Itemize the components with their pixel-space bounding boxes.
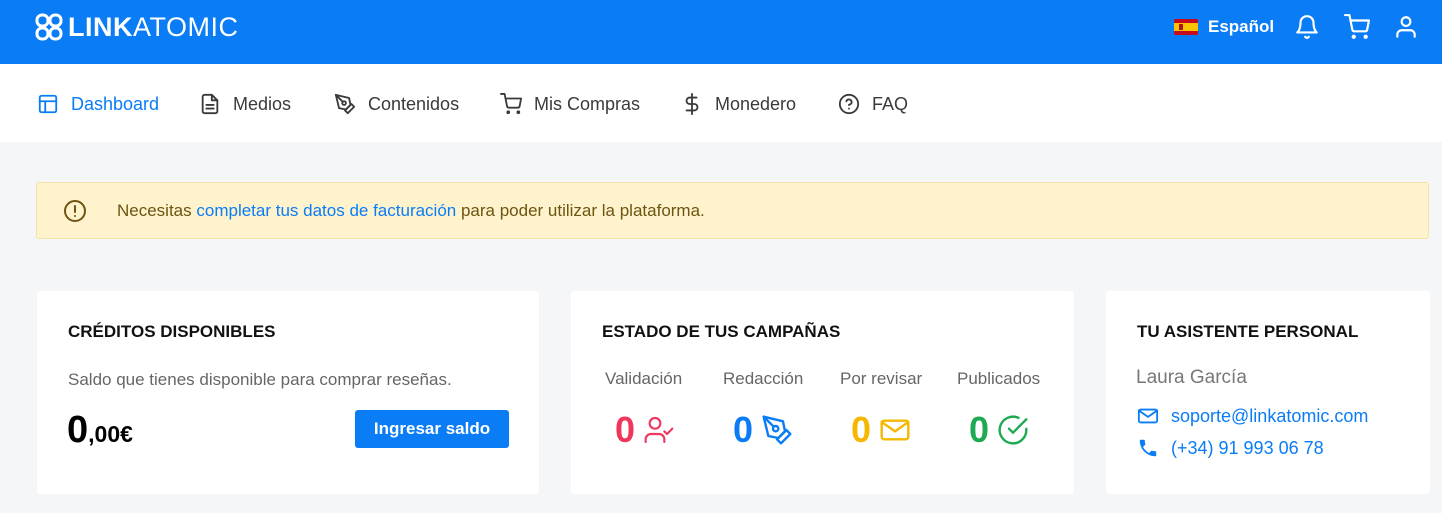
nav-label: FAQ: [872, 93, 909, 114]
spain-flag-icon: [1174, 19, 1198, 35]
document-icon: [201, 93, 219, 115]
nav-label: Medios: [233, 93, 292, 114]
assistant-name: Laura García: [1136, 367, 1247, 388]
add-balance-button[interactable]: Ingresar saldo: [355, 410, 509, 448]
alert-message: Necesitas completar tus datos de factura…: [117, 201, 705, 221]
alert-text-before: Necesitas: [117, 201, 197, 220]
stat-por-revisar: 0: [851, 409, 911, 451]
dollar-icon: [685, 93, 699, 115]
logo-text-light: ATOMIC: [133, 11, 239, 42]
stat-redaccion: 0: [733, 409, 793, 451]
credits-card: CRÉDITOS DISPONIBLES Saldo que tienes di…: [37, 291, 539, 494]
assistant-phone-link[interactable]: (+34) 91 993 06 78: [1137, 437, 1324, 459]
stat-value: 0: [615, 409, 636, 450]
credits-amount-int: 0: [67, 409, 89, 451]
phone-icon: [1139, 439, 1157, 457]
logo[interactable]: LINK ATOMIC: [34, 12, 239, 42]
nav-item-medios[interactable]: Medios: [199, 92, 291, 116]
nav-label: Mis Compras: [534, 93, 641, 114]
stat-validacion: 0: [615, 409, 675, 451]
credits-amount: 0,00€: [67, 409, 133, 452]
assistant-phone: (+34) 91 993 06 78: [1171, 437, 1324, 458]
credits-description: Saldo que tienes disponible para comprar…: [68, 370, 452, 389]
language-selector[interactable]: Español: [1174, 16, 1274, 38]
nav-item-contenidos[interactable]: Contenidos: [334, 92, 459, 116]
mail-icon: [880, 419, 910, 441]
stat-label-por-revisar: Por revisar: [840, 369, 923, 388]
nav-label: Contenidos: [368, 93, 460, 114]
stat-label-redaccion: Redacción: [723, 369, 804, 388]
atom-logo-icon: [35, 13, 63, 41]
nav-item-faq[interactable]: FAQ: [838, 92, 908, 116]
main-nav: Dashboard Medios Contenidos Mis Compras …: [0, 64, 1442, 142]
assistant-title: TU ASISTENTE PERSONAL: [1137, 322, 1359, 341]
user-check-icon: [644, 416, 674, 444]
stat-publicados: 0: [969, 409, 1029, 451]
assistant-card: TU ASISTENTE PERSONAL Laura García sopor…: [1106, 291, 1430, 494]
mail-icon: [1137, 408, 1159, 424]
language-label: Español: [1208, 17, 1275, 36]
nav-item-monedero[interactable]: Monedero: [681, 92, 796, 116]
credits-title: CRÉDITOS DISPONIBLES: [68, 322, 276, 341]
assistant-email: soporte@linkatomic.com: [1171, 405, 1369, 426]
cart-icon: [500, 93, 522, 115]
pen-tool-icon: [334, 93, 356, 115]
stat-label-validacion: Validación: [605, 369, 683, 388]
logo-text-bold: LINK: [68, 11, 133, 42]
nav-label: Dashboard: [71, 93, 160, 114]
help-circle-icon: [838, 93, 860, 115]
check-circle-icon: [998, 415, 1028, 445]
credits-amount-dec: ,00€: [88, 421, 133, 447]
assistant-email-link[interactable]: soporte@linkatomic.com: [1137, 405, 1368, 427]
alert-circle-icon: [64, 200, 86, 222]
stat-value: 0: [969, 409, 990, 450]
billing-alert: Necesitas completar tus datos de factura…: [36, 182, 1429, 239]
campaigns-card: ESTADO DE TUS CAMPAÑAS Validación Redacc…: [571, 291, 1074, 494]
nav-item-dashboard[interactable]: Dashboard: [37, 92, 159, 116]
campaigns-title: ESTADO DE TUS CAMPAÑAS: [602, 322, 841, 341]
bell-icon[interactable]: [1294, 14, 1320, 40]
nav-item-mis-compras[interactable]: Mis Compras: [500, 92, 640, 116]
pen-tool-icon: [762, 415, 792, 445]
stat-label-publicados: Publicados: [957, 369, 1041, 388]
nav-label: Monedero: [715, 93, 797, 114]
top-bar: LINK ATOMIC Español: [0, 0, 1442, 64]
layout-icon: [38, 94, 58, 114]
stat-value: 0: [733, 409, 754, 450]
stat-value: 0: [851, 409, 872, 450]
billing-data-link[interactable]: completar tus datos de facturación: [196, 201, 456, 220]
cart-icon[interactable]: [1344, 14, 1370, 40]
alert-text-after: para poder utilizar la plataforma.: [456, 201, 705, 220]
user-icon[interactable]: [1393, 14, 1419, 40]
